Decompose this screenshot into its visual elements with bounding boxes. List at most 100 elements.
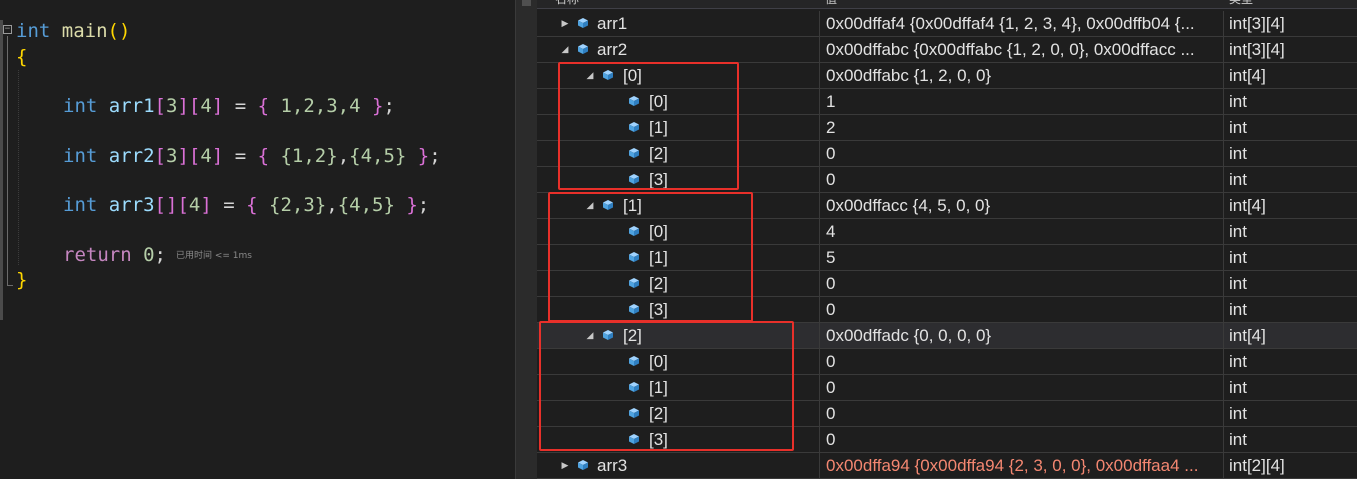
name-cell[interactable]: [0]	[537, 349, 819, 374]
bracket: ]	[200, 194, 212, 216]
name-cell[interactable]: [3]	[537, 297, 819, 322]
watch-row-arr2[interactable]: ◢ arr2 0x00dffabc {0x00dffabc {1, 2, 0, 0}…	[537, 37, 1357, 63]
name-cell[interactable]: ◢ [2]	[537, 323, 819, 348]
watch-row-arr2-1-2[interactable]: [2] 0 int	[537, 271, 1357, 297]
triangle-down-icon[interactable]: ◢	[584, 193, 596, 218]
cube-icon	[578, 18, 588, 28]
code-line-2[interactable]: {	[16, 44, 27, 70]
type-cell: int	[1223, 401, 1357, 426]
watch-row-arr2-2-0[interactable]: [0] 0 int	[537, 349, 1357, 375]
name-cell[interactable]: [1]	[537, 245, 819, 270]
code-line-return[interactable]: return 0; 已用时间 <= 1ms	[63, 242, 252, 268]
watch-row-arr2-0-2[interactable]: [2] 0 int	[537, 141, 1357, 167]
name-cell[interactable]: [1]	[537, 115, 819, 140]
code-editor[interactable]: − int main() { int arr1[3][4] = { 1,2,3,…	[0, 0, 515, 479]
value-cell[interactable]: 0	[819, 401, 1223, 426]
column-header-value[interactable]: 值	[825, 0, 837, 7]
watch-row-arr2-0[interactable]: ◢ [0] 0x00dffabc {1, 2, 0, 0} int[4]	[537, 63, 1357, 89]
code-line-close[interactable]: }	[16, 267, 27, 293]
number: 4	[188, 194, 201, 216]
name-cell[interactable]: [1]	[537, 375, 819, 400]
type-cell: int	[1223, 427, 1357, 452]
name-cell[interactable]: ◢ [0]	[537, 63, 819, 88]
variable-name: arr3	[597, 456, 628, 475]
perf-tip[interactable]: 已用时间 <= 1ms	[176, 251, 252, 261]
value-cell[interactable]: 0	[819, 427, 1223, 452]
code-line-arr1[interactable]: int arr1[3][4] = { 1,2,3,4 };	[63, 93, 395, 119]
code-line-1[interactable]: int main()	[16, 18, 130, 44]
watch-row-arr3[interactable]: ▶ arr3 0x00dffa94 {0x00dffa94 {2, 3, 0, 0}…	[537, 453, 1357, 479]
value-cell[interactable]: 0	[819, 349, 1223, 374]
code-line-arr3[interactable]: int arr3[][4] = { {2,3},{4,5} };	[63, 192, 429, 218]
name-cell[interactable]: [2]	[537, 141, 819, 166]
variable-name: [0]	[623, 66, 642, 85]
identifier: arr1	[108, 95, 155, 117]
watch-row-arr2-2-2[interactable]: [2] 0 int	[537, 401, 1357, 427]
name-cell[interactable]: [3]	[537, 427, 819, 452]
name-cell[interactable]: ▶ arr1	[537, 11, 819, 36]
watch-row-arr2-2-3[interactable]: [3] 0 int	[537, 427, 1357, 453]
bracket: ]	[177, 145, 189, 167]
watch-window[interactable]: 名称 值 类型 ▶ arr1 0x00dffaf4 {0x00dffaf4 {1, …	[537, 0, 1357, 479]
watch-row-arr2-0-0[interactable]: [0] 1 int	[537, 89, 1357, 115]
value-cell[interactable]: 0	[819, 297, 1223, 322]
comma: ,	[326, 194, 338, 216]
triangle-down-icon[interactable]: ◢	[584, 323, 596, 348]
watch-row-arr2-1-3[interactable]: [3] 0 int	[537, 297, 1357, 323]
type-cell: int	[1223, 349, 1357, 374]
column-header-name[interactable]: 名称	[555, 0, 579, 7]
variable-name: [1]	[649, 248, 668, 267]
value-cell[interactable]: 0x00dffabc {0x00dffabc {1, 2, 0, 0}, 0x0…	[819, 37, 1223, 62]
triangle-down-icon[interactable]: ◢	[584, 63, 596, 88]
value-cell[interactable]: 0	[819, 141, 1223, 166]
type-cell: int	[1223, 89, 1357, 114]
type-cell: int[4]	[1223, 193, 1357, 218]
watch-row-arr2-1-0[interactable]: [0] 4 int	[537, 219, 1357, 245]
value-cell[interactable]: 4	[819, 219, 1223, 244]
watch-row-arr2-1[interactable]: ◢ [1] 0x00dffacc {4, 5, 0, 0} int[4]	[537, 193, 1357, 219]
watch-row-arr2-1-1[interactable]: [1] 5 int	[537, 245, 1357, 271]
name-cell[interactable]: ▶ arr3	[537, 453, 819, 478]
operator: =	[211, 194, 247, 216]
value-cell[interactable]: 5	[819, 245, 1223, 270]
name-cell[interactable]: [3]	[537, 167, 819, 192]
name-cell[interactable]: [2]	[537, 401, 819, 426]
value-cell[interactable]: 0	[819, 271, 1223, 296]
scrollbar-thumb[interactable]	[522, 0, 531, 6]
collapse-minus-icon[interactable]: −	[3, 25, 12, 34]
variable-name: [1]	[623, 196, 642, 215]
value-cell[interactable]: 2	[819, 115, 1223, 140]
value-cell[interactable]: 0	[819, 375, 1223, 400]
watch-row-arr1[interactable]: ▶ arr1 0x00dffaf4 {0x00dffaf4 {1, 2, 3, 4}…	[537, 11, 1357, 37]
code-line-arr2[interactable]: int arr2[3][4] = { {1,2},{4,5} };	[63, 143, 441, 169]
name-cell[interactable]: [0]	[537, 219, 819, 244]
triangle-down-icon[interactable]: ◢	[559, 37, 571, 62]
watch-row-arr2-0-1[interactable]: [1] 2 int	[537, 115, 1357, 141]
watch-row-arr2-2-1[interactable]: [1] 0 int	[537, 375, 1357, 401]
name-cell[interactable]: [2]	[537, 271, 819, 296]
value-cell[interactable]: 0x00dffa94 {0x00dffa94 {2, 3, 0, 0}, 0x0…	[819, 453, 1223, 478]
name-cell[interactable]: ◢ arr2	[537, 37, 819, 62]
semicolon: ;	[383, 95, 395, 117]
cube-icon	[629, 122, 639, 132]
watch-row-arr2-2[interactable]: ◢ [2] 0x00dffadc {0, 0, 0, 0} int[4]	[537, 323, 1357, 349]
variable-name: arr2	[597, 40, 628, 59]
value-cell[interactable]: 0x00dffacc {4, 5, 0, 0}	[819, 193, 1223, 218]
variable-name: [3]	[649, 430, 668, 449]
value-cell[interactable]: 0x00dffaf4 {0x00dffaf4 {1, 2, 3, 4}, 0x0…	[819, 11, 1223, 36]
cube-icon	[629, 148, 639, 158]
variable-name: [1]	[649, 118, 668, 137]
value-cell[interactable]: 0x00dffabc {1, 2, 0, 0}	[819, 63, 1223, 88]
value-cell[interactable]: 0x00dffadc {0, 0, 0, 0}	[819, 323, 1223, 348]
type-cell: int	[1223, 167, 1357, 192]
cube-icon	[629, 174, 639, 184]
value-cell[interactable]: 0	[819, 167, 1223, 192]
value-cell[interactable]: 1	[819, 89, 1223, 114]
pane-splitter[interactable]	[515, 0, 537, 479]
triangle-right-icon[interactable]: ▶	[559, 453, 571, 478]
name-cell[interactable]: ◢ [1]	[537, 193, 819, 218]
watch-row-arr2-0-3[interactable]: [3] 0 int	[537, 167, 1357, 193]
name-cell[interactable]: [0]	[537, 89, 819, 114]
triangle-right-icon[interactable]: ▶	[559, 11, 571, 36]
column-header-type[interactable]: 类型	[1229, 0, 1253, 7]
